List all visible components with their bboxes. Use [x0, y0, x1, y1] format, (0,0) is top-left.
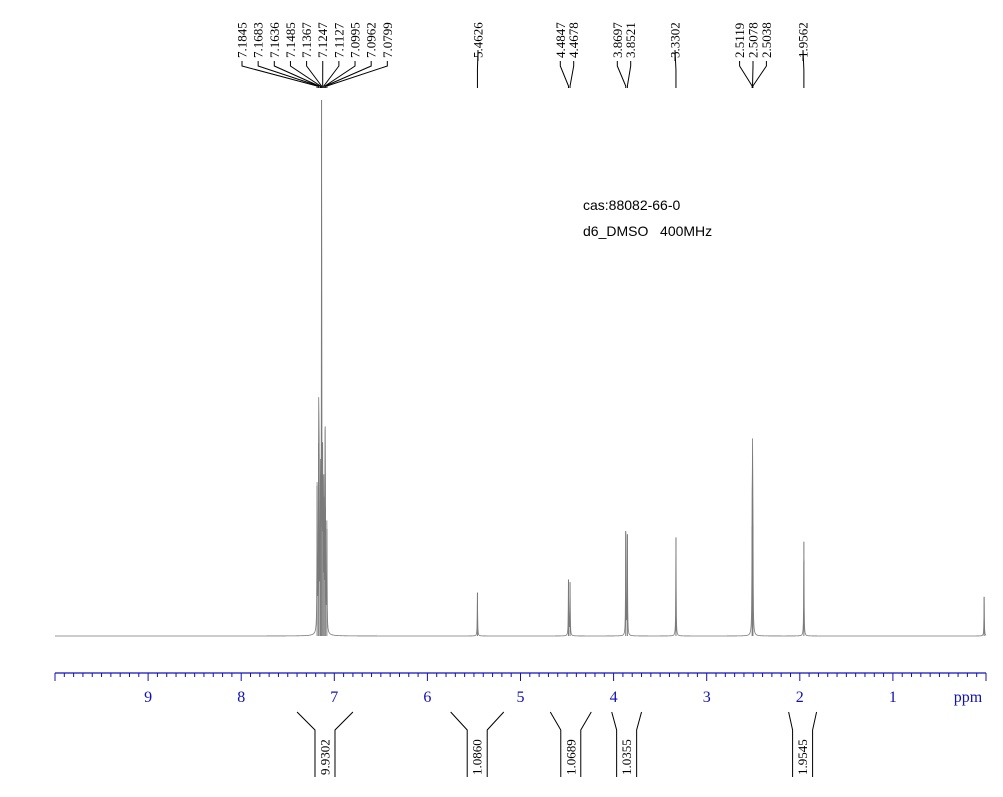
peak-label: 7.1127	[331, 22, 346, 58]
integral-bracket-left	[296, 711, 316, 777]
peak-label-connector	[752, 61, 767, 88]
peak-label-connector	[739, 61, 753, 88]
peak-label: 7.0962	[364, 22, 379, 58]
integral-layer: 9.9302 1.0860 1.0689 1.0355 1.9545	[296, 711, 818, 777]
integral-value: 1.0689	[563, 739, 578, 775]
x-tick-label: 7	[330, 689, 338, 706]
x-tick-label: 3	[703, 689, 711, 706]
integral-bracket-left	[788, 711, 794, 777]
peak-label: 7.1636	[267, 22, 282, 58]
peak-label-connector	[241, 61, 318, 88]
peak-label-connector	[326, 61, 388, 88]
solvent-frequency-annotation: d6_DMSO 400MHz	[583, 223, 712, 239]
integral-value: 1.0860	[470, 739, 485, 775]
integral-value: 1.9545	[795, 739, 810, 775]
peak-label-connector	[289, 61, 321, 88]
peak-label-layer: 7.1845 7.1683 7.1636 7.1485 7.1367 7.1247 7.11…	[235, 22, 811, 88]
peak-label: 7.1845	[235, 22, 250, 58]
peak-label: 7.1485	[283, 22, 298, 58]
peak-label: 3.8521	[623, 22, 638, 58]
integral-bracket-right	[636, 711, 643, 777]
integral-value: 9.9302	[317, 739, 332, 775]
annotation-layer: cas:88082-66-0 d6_DMSO 400MHz	[583, 197, 712, 239]
peak-label-connector	[802, 49, 805, 88]
peak-label: 4.4678	[566, 22, 581, 58]
peak-label: 7.0799	[380, 22, 395, 58]
peak-label-connector	[616, 61, 627, 88]
x-tick-label: 1	[889, 689, 897, 706]
peak-label: 7.1367	[299, 22, 314, 58]
spectrum-baseline-trace	[55, 129, 987, 637]
integral-bracket-right	[486, 711, 505, 777]
x-tick-label: 2	[796, 689, 804, 706]
x-tick-label: 8	[237, 689, 245, 706]
nmr-spectrum-chart: 7.1845 7.1683 7.1636 7.1485 7.1367 7.1247 7.11…	[54, 22, 987, 777]
x-axis: 9 8 7 6 5 4 3 2 1 ppm	[54, 672, 987, 706]
peak-label-connector	[569, 61, 575, 88]
integral-value: 1.0355	[619, 739, 634, 775]
x-tick-label: 6	[423, 689, 431, 706]
peak-label: 2.5038	[759, 22, 774, 58]
compound-cas-annotation: cas:88082-66-0	[583, 197, 681, 213]
peak-label-connector	[323, 61, 340, 88]
integral-bracket-right	[580, 711, 592, 777]
peak-label-connector	[559, 61, 569, 88]
integral-bracket-left	[450, 711, 468, 777]
integral-bracket-left	[549, 711, 562, 777]
peak-label: 7.1683	[251, 22, 266, 58]
peak-label-connector	[476, 49, 479, 88]
integral-bracket-left	[611, 711, 618, 777]
x-tick-label: 4	[610, 689, 618, 706]
x-axis-unit-label: ppm	[954, 689, 983, 706]
x-tick-label: 5	[517, 689, 525, 706]
integral-bracket-right	[334, 711, 354, 777]
spectrum-layer	[55, 100, 987, 637]
peak-label: 7.1247	[315, 22, 330, 58]
peak-label: 7.0995	[348, 22, 363, 58]
x-tick-label: 9	[144, 689, 152, 706]
integral-bracket-right	[812, 711, 818, 777]
peak-label-connector	[626, 61, 632, 88]
